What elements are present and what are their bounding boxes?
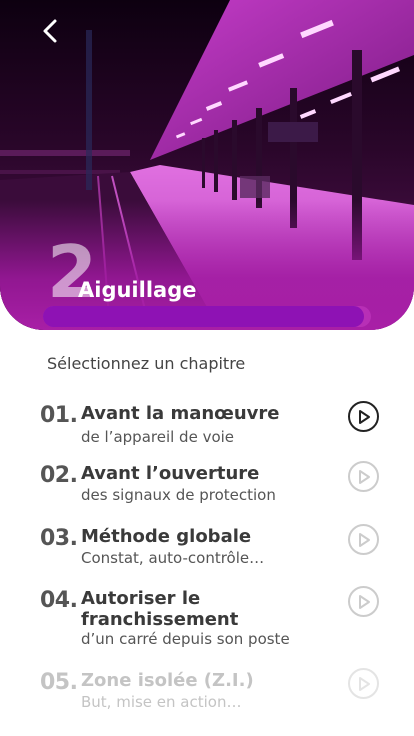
chapter-item-subtitle: Constat, auto-contrôle…	[81, 549, 265, 567]
back-button[interactable]	[40, 18, 76, 54]
chapter-item-number: 01.	[40, 403, 78, 428]
play-icon	[358, 594, 370, 609]
chapter-item-title: Avant la manœuvre	[81, 403, 280, 424]
chapter-item-subtitle: de l’appareil de voie	[81, 428, 235, 446]
progress-bar	[43, 306, 371, 327]
chapter-item-subtitle: But, mise en action…	[81, 693, 242, 711]
chapter-item-number: 04.	[40, 588, 78, 613]
chapter-item-title: Méthode globale	[81, 526, 252, 547]
chapter-item-number: 02.	[40, 463, 78, 488]
chapter-item-subtitle: des signaux de protection	[81, 486, 276, 504]
section-label: Sélectionnez un chapitre	[47, 354, 246, 373]
chapter-title: Aiguillage	[78, 278, 197, 302]
play-button[interactable]	[348, 524, 379, 555]
play-icon	[358, 676, 370, 691]
play-icon	[358, 409, 370, 424]
progress-bar-fill	[43, 306, 365, 327]
play-button[interactable]	[348, 401, 379, 432]
chapter-item-number: 03.	[40, 526, 78, 551]
chapter-item-subtitle: d’un carré depuis son poste	[81, 630, 290, 648]
chapter-item-number: 05.	[40, 670, 78, 695]
chapter-item-title: Autoriser le franchissement	[81, 588, 239, 630]
play-button[interactable]	[348, 668, 379, 699]
chevron-left-icon	[43, 19, 57, 43]
chapter-item-title: Zone isolée (Z.I.)	[81, 670, 254, 691]
play-icon	[358, 532, 370, 547]
play-icon	[358, 469, 370, 484]
chapter-item-title: Avant l’ouverture	[81, 463, 260, 484]
hero-banner: 2 Aiguillage	[0, 0, 414, 330]
play-button[interactable]	[348, 586, 379, 617]
play-button[interactable]	[348, 461, 379, 492]
